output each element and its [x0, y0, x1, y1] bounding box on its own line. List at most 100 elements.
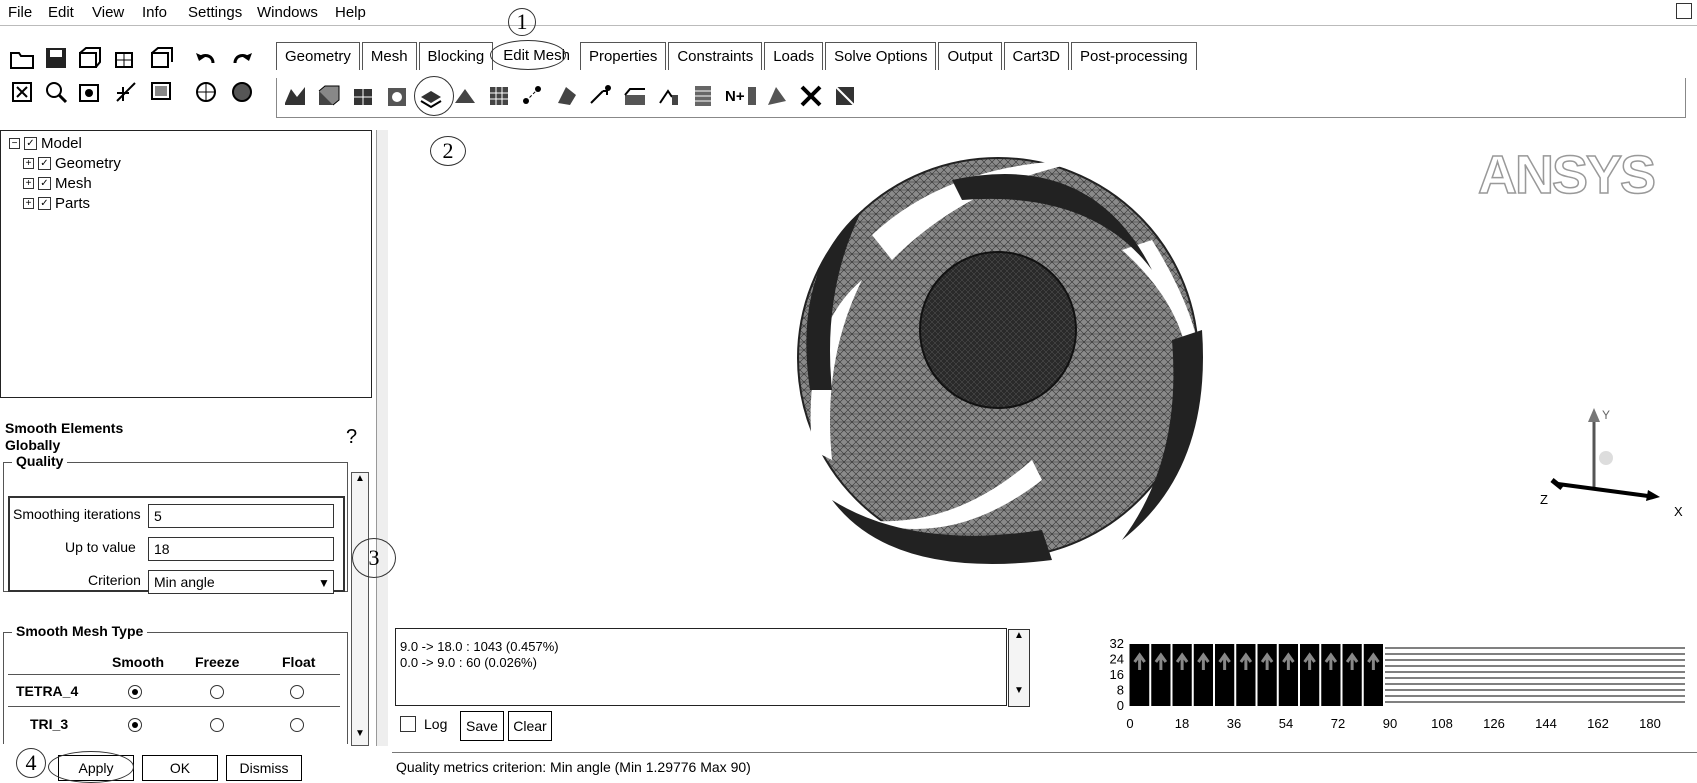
tri3-freeze-radio[interactable]: [210, 718, 224, 732]
x-tick-label: 126: [1483, 716, 1505, 731]
reorient-mesh-icon[interactable]: [763, 82, 791, 110]
y-tick-label: 32: [1110, 636, 1124, 651]
fit-window-icon[interactable]: [8, 78, 36, 106]
adjust-mesh-thickness-icon[interactable]: N+: [723, 82, 759, 110]
split-mesh-icon[interactable]: [553, 82, 581, 110]
panel-splitter[interactable]: [376, 130, 388, 746]
smoothing-iterations-field[interactable]: 5: [148, 504, 334, 528]
move-nodes-icon[interactable]: [587, 82, 615, 110]
measure-icon[interactable]: [76, 78, 104, 106]
checkbox-icon[interactable]: ✓: [38, 197, 51, 210]
tetra4-smooth-radio[interactable]: [128, 685, 142, 699]
restore-window-icon[interactable]: [1676, 3, 1692, 19]
smooth-hexa-icon[interactable]: [451, 82, 479, 110]
scroll-up-icon[interactable]: ▲: [352, 473, 368, 484]
tab-mesh[interactable]: Mesh: [361, 42, 417, 70]
chevron-down-icon[interactable]: ▼: [318, 576, 330, 590]
collapse-icon[interactable]: −: [9, 138, 20, 149]
menu-help[interactable]: Help: [335, 4, 366, 21]
tab-loads[interactable]: Loads: [764, 42, 824, 70]
create-elements-icon[interactable]: [281, 82, 309, 110]
zoom-icon[interactable]: [42, 78, 70, 106]
tab-properties[interactable]: Properties: [579, 42, 667, 70]
message-scrollbar[interactable]: ▲ ▼: [1008, 629, 1030, 707]
tab-output[interactable]: Output: [938, 42, 1002, 70]
tri3-smooth-radio[interactable]: [128, 718, 142, 732]
checkbox-icon[interactable]: ✓: [38, 157, 51, 170]
save-log-button[interactable]: Save: [460, 711, 504, 741]
geometry-file-icon[interactable]: [76, 44, 104, 72]
x-tick-label: 90: [1383, 716, 1397, 731]
mesh-file-icon[interactable]: [112, 44, 140, 72]
tab-blocking[interactable]: Blocking: [418, 42, 494, 70]
tab-post-processing[interactable]: Post-processing: [1071, 42, 1197, 70]
menu-edit[interactable]: Edit: [48, 4, 74, 21]
row-tri3: TRI_3: [30, 716, 69, 732]
local-coord-icon[interactable]: [112, 78, 140, 106]
clear-log-button[interactable]: Clear: [508, 711, 552, 741]
checkbox-icon[interactable]: ✓: [38, 177, 51, 190]
wireframe-icon[interactable]: [192, 78, 220, 106]
tab-geometry[interactable]: Geometry: [276, 42, 360, 70]
open-icon[interactable]: [8, 44, 36, 72]
scroll-up-icon[interactable]: ▲: [1009, 630, 1029, 641]
tab-solve-options[interactable]: Solve Options: [825, 42, 937, 70]
tri3-float-radio[interactable]: [290, 718, 304, 732]
x-tick-label: 0: [1126, 716, 1133, 731]
save-icon[interactable]: [42, 44, 70, 72]
menu-windows[interactable]: Windows: [257, 4, 318, 21]
checkbox-icon[interactable]: ✓: [24, 137, 37, 150]
solid-display-icon[interactable]: [228, 78, 256, 106]
help-icon[interactable]: ?: [346, 426, 357, 449]
ok-button[interactable]: OK: [142, 755, 218, 781]
expand-icon[interactable]: +: [23, 158, 34, 169]
extrude-mesh-icon[interactable]: [315, 82, 343, 110]
transform-mesh-icon[interactable]: [621, 82, 649, 110]
redo-icon[interactable]: [228, 44, 256, 72]
tree-item-mesh[interactable]: + ✓ Mesh: [23, 175, 92, 192]
menu-settings[interactable]: Settings: [188, 4, 242, 21]
check-mesh-icon[interactable]: [383, 82, 411, 110]
panel-scrollbar[interactable]: ▲ ▼: [351, 472, 369, 746]
merge-nodes-icon[interactable]: [519, 82, 547, 110]
scroll-down-icon[interactable]: ▼: [352, 728, 368, 739]
scroll-down-icon[interactable]: ▼: [1009, 685, 1029, 696]
delete-elements-icon[interactable]: [831, 82, 859, 110]
delete-nodes-icon[interactable]: [797, 82, 825, 110]
criterion-select[interactable]: Min angle: [148, 570, 334, 594]
annotation-edit-mesh-ellipse: [490, 40, 566, 70]
x-tick-label: 54: [1279, 716, 1293, 731]
col-smooth: Smooth: [112, 654, 165, 670]
tetra4-float-radio[interactable]: [290, 685, 304, 699]
change-direction-icon[interactable]: [655, 82, 683, 110]
dismiss-button[interactable]: Dismiss: [226, 755, 302, 781]
tree-item-parts[interactable]: + ✓ Parts: [23, 195, 90, 212]
menu-file[interactable]: File: [8, 4, 32, 21]
undo-icon[interactable]: [192, 44, 220, 72]
menu-info[interactable]: Info: [142, 4, 167, 21]
repair-mesh-icon[interactable]: [485, 82, 513, 110]
graphics-viewport[interactable]: ANSYS Y X Z: [392, 130, 1697, 618]
tree-item-geometry[interactable]: + ✓ Geometry: [23, 155, 121, 172]
menu-bar: File Edit View Info Settings Windows Hel…: [0, 0, 1697, 26]
renumber-mesh-icon[interactable]: [689, 82, 717, 110]
expand-icon[interactable]: +: [23, 198, 34, 209]
display-icon[interactable]: [148, 78, 176, 106]
menu-view[interactable]: View: [92, 4, 124, 21]
quality-histogram: 32 24 16 8 0 0 18 36 54 72 90 108 126 144 162 180: [1040, 628, 1697, 746]
tab-constraints[interactable]: Constraints: [668, 42, 763, 70]
log-checkbox[interactable]: [400, 716, 416, 732]
criterion-label: Criterion: [88, 572, 141, 588]
blocking-file-icon[interactable]: [148, 44, 176, 72]
axis-z-label: Z: [1540, 492, 1548, 507]
tetra4-freeze-radio[interactable]: [210, 685, 224, 699]
x-tick-label: 18: [1175, 716, 1189, 731]
y-tick-label: 16: [1110, 667, 1124, 682]
up-to-value-field[interactable]: 18: [148, 537, 334, 561]
annotation-apply-ellipse: [48, 751, 134, 783]
tab-cart3d[interactable]: Cart3D: [1003, 42, 1070, 70]
quality-group-label: Quality: [12, 453, 68, 469]
expand-icon[interactable]: +: [23, 178, 34, 189]
tree-item-model[interactable]: − ✓ Model: [9, 135, 82, 152]
convert-mesh-icon[interactable]: [349, 82, 377, 110]
